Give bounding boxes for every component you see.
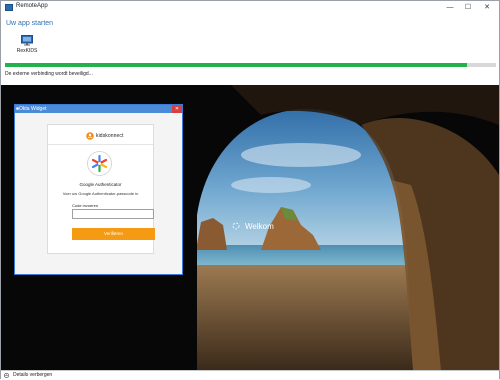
remote-app-icon [21,35,33,46]
welcome-text: Welkom [245,222,274,231]
connection-progress-fill [5,63,467,67]
kidskonnect-logo-icon [86,132,94,140]
brand-name: kidskonnect [96,133,124,139]
code-input[interactable] [72,209,154,219]
okta-window-title: Okta Widget [19,106,47,112]
window-title: RemoteApp [16,3,48,9]
remoteapp-window: RemoteApp — ☐ ✕ Uw app starten RexKIDS D… [0,0,500,380]
auth-card: kidskonnect Google Authenticator Voer uw… [47,124,155,254]
google-authenticator-icon [87,151,112,176]
connection-status: De externe verbinding wordt beveiligd... [5,71,93,77]
header: Uw app starten RexKIDS [1,15,499,63]
title-bar: RemoteApp — ☐ ✕ [1,1,499,15]
okta-title-bar[interactable]: Okta Widget ✕ [15,105,182,113]
page-heading: Uw app starten [6,20,54,27]
minimize-button[interactable]: — [443,2,457,13]
chevron-up-icon[interactable] [4,373,9,378]
hide-details-toggle[interactable]: Details verbergen [13,372,52,378]
okta-widget-window: Okta Widget ✕ kidskonnect Google Authent… [14,104,183,275]
close-button[interactable]: ✕ [480,2,494,13]
authenticator-subtitle: Voer uw Google Authenticator-passcode in [62,191,139,196]
app-tile-rexkids[interactable]: RexKIDS [13,35,41,63]
connection-progress-bar [5,63,496,67]
card-divider [48,144,153,145]
app-tile-label: RexKIDS [16,48,38,54]
authenticator-title: Google Authenticator [79,182,122,187]
maximize-button[interactable]: ☐ [461,2,475,13]
verify-button[interactable]: Verifiëren [72,228,155,240]
remoteapp-icon [5,4,13,11]
code-label: Code invoeren [72,203,99,208]
okta-close-button[interactable]: ✕ [172,105,182,113]
okta-body: kidskonnect Google Authenticator Voer uw… [15,113,182,274]
